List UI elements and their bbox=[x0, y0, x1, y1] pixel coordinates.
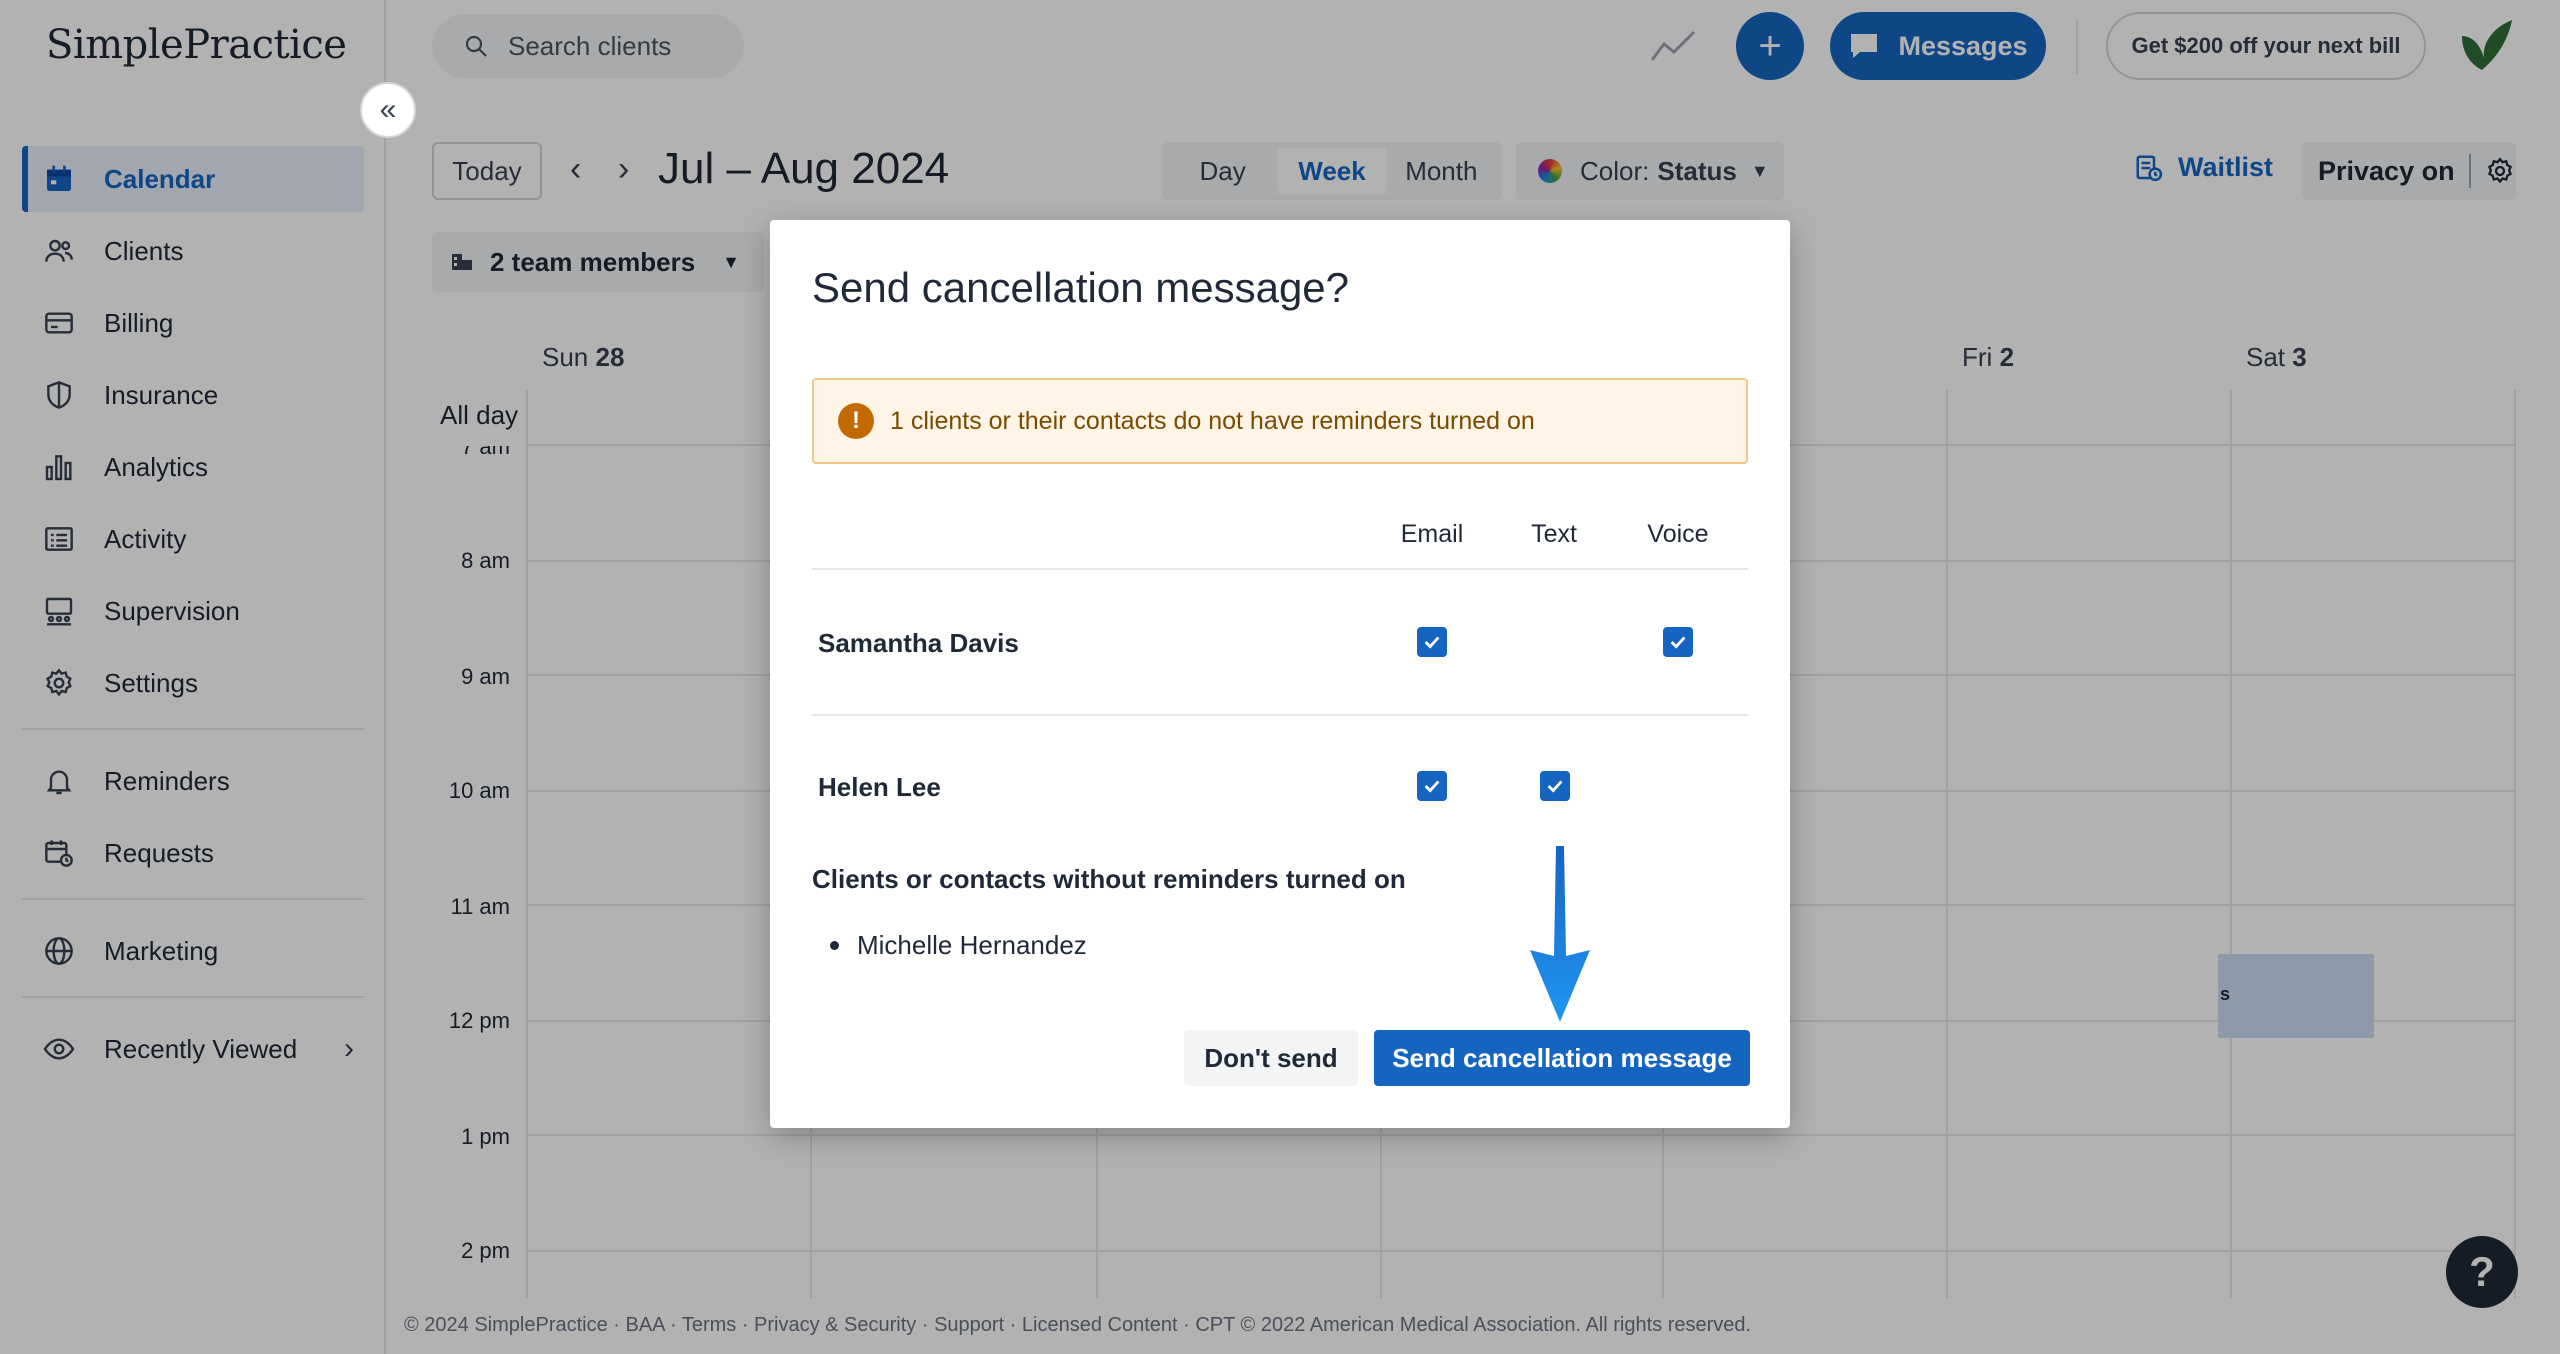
check-icon bbox=[1670, 636, 1686, 649]
voice-checkbox[interactable] bbox=[1663, 627, 1693, 657]
text-checkbox[interactable] bbox=[1540, 771, 1570, 801]
row-divider bbox=[812, 714, 1748, 716]
alert-text: 1 clients or their contacts do not have … bbox=[890, 406, 1535, 435]
warning-icon: ! bbox=[838, 403, 874, 439]
collapse-sidebar-button[interactable]: « bbox=[360, 82, 416, 138]
client-name: Samantha Davis bbox=[818, 628, 1019, 658]
reminder-warning-alert: ! 1 clients or their contacts do not hav… bbox=[812, 378, 1748, 464]
no-reminders-label: Clients or contacts without reminders tu… bbox=[812, 864, 1406, 894]
check-icon bbox=[1547, 780, 1563, 793]
dont-send-button[interactable]: Don't send bbox=[1184, 1030, 1358, 1086]
check-icon bbox=[1424, 780, 1440, 793]
double-chevron-left-icon: « bbox=[379, 93, 397, 126]
modal-title: Send cancellation message? bbox=[812, 264, 1350, 311]
row-divider bbox=[812, 568, 1748, 570]
arrow-down-icon bbox=[1530, 846, 1590, 1022]
client-name: Helen Lee bbox=[818, 772, 941, 802]
bullet bbox=[830, 941, 839, 950]
no-reminder-client: Michelle Hernandez bbox=[857, 930, 1087, 960]
send-cancellation-button[interactable]: Send cancellation message bbox=[1374, 1030, 1750, 1086]
cancellation-modal: Send cancellation message? ! 1 clients o… bbox=[770, 220, 1790, 1128]
check-icon bbox=[1424, 636, 1440, 649]
column-voice: Voice bbox=[1647, 520, 1709, 548]
column-text: Text bbox=[1531, 520, 1577, 548]
email-checkbox[interactable] bbox=[1417, 771, 1447, 801]
email-checkbox[interactable] bbox=[1417, 627, 1447, 657]
list-item: Michelle Hernandez bbox=[830, 930, 1087, 961]
column-email: Email bbox=[1400, 520, 1464, 548]
